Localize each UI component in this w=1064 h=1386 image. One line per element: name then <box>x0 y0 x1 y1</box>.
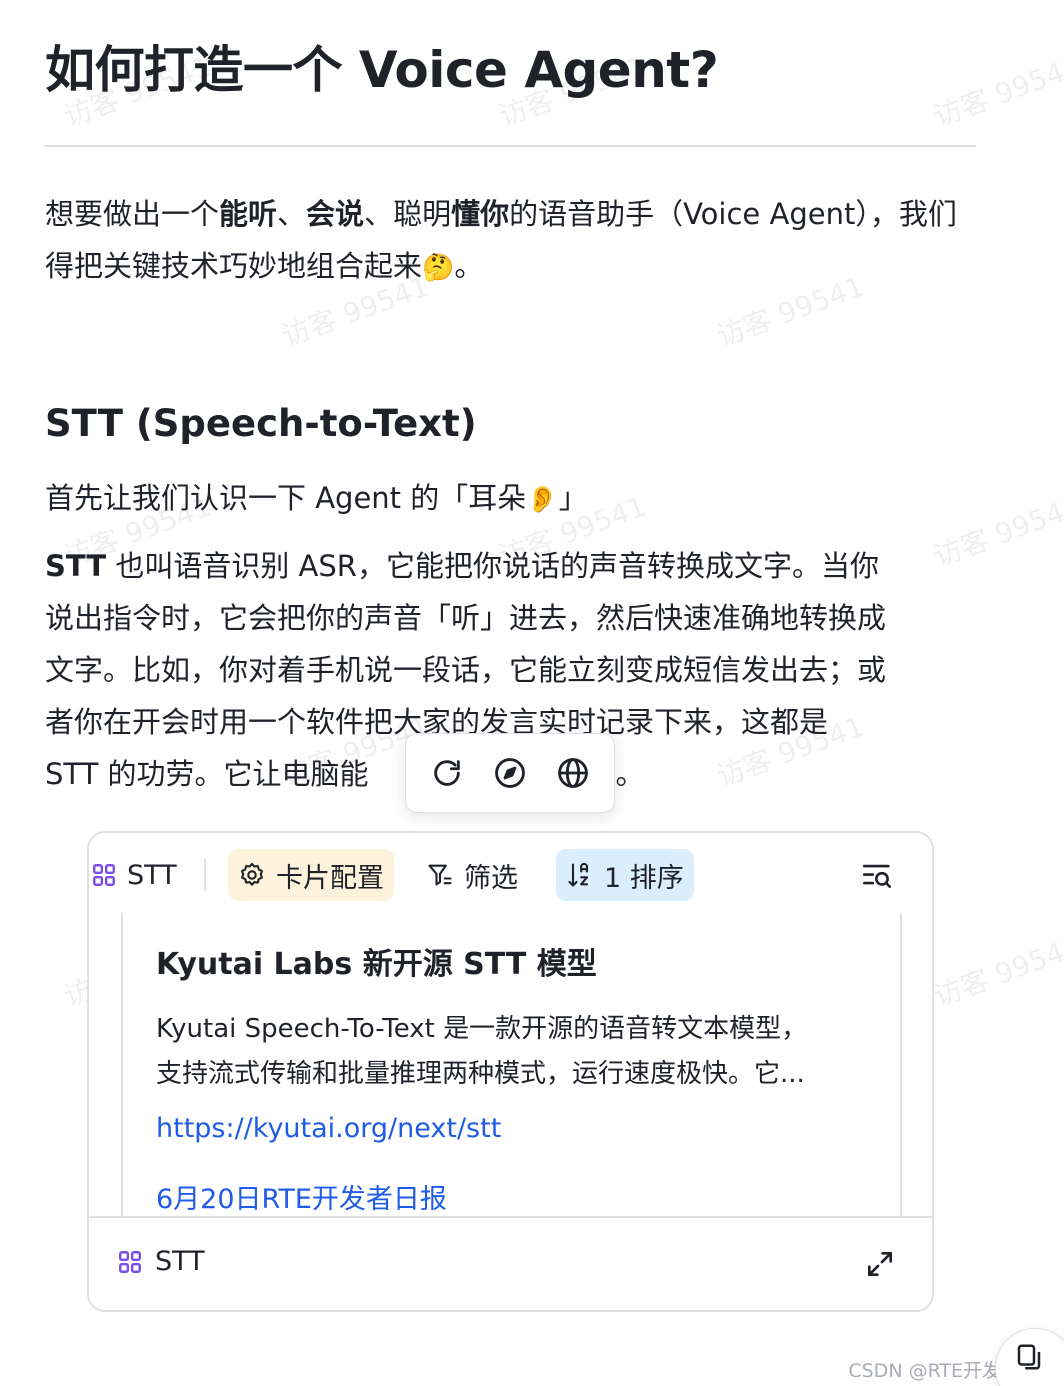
body-line: 也叫语音识别 ASR，它能把你说话的声音转换成文字。当你 <box>106 549 879 583</box>
section-heading: STT (Speech-to-Text) <box>45 402 477 445</box>
filter-button[interactable]: 筛选 <box>416 849 528 901</box>
record-desc-line: Kyutai Speech-To-Text 是一款开源的语音转文本模型， <box>156 1014 808 1044</box>
page-title: 如何打造一个 Voice Agent? <box>45 41 719 99</box>
grid-icon <box>119 1250 141 1273</box>
compass-button[interactable] <box>488 751 532 795</box>
intro-bold-listen: 能听 <box>219 197 278 231</box>
intro-text: 、 <box>277 197 307 231</box>
watermark: 访客 99541 <box>929 49 1064 134</box>
record-title: Kyutai Labs 新开源 STT 模型 <box>156 947 597 982</box>
title-divider <box>44 145 976 147</box>
toolbar-separator <box>204 859 206 891</box>
footer-label: STT <box>155 1246 205 1277</box>
expand-icon <box>868 1252 892 1276</box>
sort-label: 1 排序 <box>604 862 684 894</box>
floating-toolbar <box>405 733 615 813</box>
record-card[interactable]: Kyutai Labs 新开源 STT 模型 Kyutai Speech-To-… <box>121 913 902 1233</box>
copy-doc-icon <box>1017 1344 1041 1370</box>
card-toolbar: STT 卡片配置 筛选 1 排序 <box>89 833 932 917</box>
intro-text: 。 <box>454 249 484 283</box>
grid-icon <box>93 864 115 886</box>
record-desc-line: 支持流式传输和批量推理两种模式，运行速度极快。它... <box>156 1059 805 1089</box>
view-switch-button[interactable]: STT <box>89 849 187 901</box>
footer-view-label[interactable]: STT <box>117 1246 205 1277</box>
record-description: Kyutai Speech-To-Text 是一款开源的语音转文本模型， 支持流… <box>156 1007 876 1097</box>
refresh-icon <box>434 760 461 786</box>
filter-icon <box>428 864 452 886</box>
card-config-button[interactable]: 卡片配置 <box>228 849 394 901</box>
record-url-link[interactable]: https://kyutai.org/next/stt <box>156 1113 501 1144</box>
intro-bold-understand: 懂你 <box>451 197 510 231</box>
card-config-label: 卡片配置 <box>276 862 384 894</box>
ear-emoji: 👂 <box>526 485 559 515</box>
record-source-link[interactable]: 6月20日RTE开发者日报 <box>156 1177 447 1216</box>
card-footer: STT <box>89 1216 932 1310</box>
body-line: 文字。比如，你对着手机说一段话，它能立刻变成短信发出去；或 <box>45 653 887 687</box>
search-list-icon <box>862 864 892 888</box>
globe-button[interactable] <box>551 751 595 795</box>
view-label: STT <box>127 859 177 891</box>
globe-icon <box>557 758 588 788</box>
search-button[interactable] <box>860 859 894 893</box>
filter-label: 筛选 <box>464 862 518 894</box>
corner-action-button[interactable] <box>995 1328 1064 1386</box>
thinking-emoji: 🤔 <box>422 253 455 283</box>
body-line: 说出指令时，它会把你的声音「听」进去，然后快速准确地转换成 <box>45 601 887 635</box>
expand-button[interactable] <box>864 1248 896 1280</box>
intro-text: 想要做出一个 <box>45 197 220 231</box>
body-bold-stt: STT <box>45 549 107 583</box>
gear-icon <box>241 862 263 886</box>
intro-text: 、聪明 <box>364 197 452 231</box>
refresh-button[interactable] <box>425 751 469 795</box>
intro-bold-speak: 会说 <box>306 197 365 231</box>
sort-button[interactable]: 1 排序 <box>556 849 694 901</box>
sort-icon <box>568 862 589 887</box>
intro-paragraph: 想要做出一个能听、会说、聪明懂你的语音助手（Voice Agent），我们得把关… <box>45 188 985 294</box>
database-card: STT 卡片配置 筛选 1 排序 Kyutai Labs 新开源 STT 模型 … <box>87 831 934 1312</box>
lead-text: 」 <box>558 481 588 515</box>
compass-icon <box>495 758 525 788</box>
lead-text: 首先让我们认识一下 Agent 的「耳朵 <box>45 481 527 515</box>
watermark: 访客 99541 <box>929 929 1064 1014</box>
lead-paragraph: 首先让我们认识一下 Agent 的「耳朵👂」 <box>45 472 985 526</box>
body-line: STT 的功劳。它让电脑能 <box>45 757 369 791</box>
